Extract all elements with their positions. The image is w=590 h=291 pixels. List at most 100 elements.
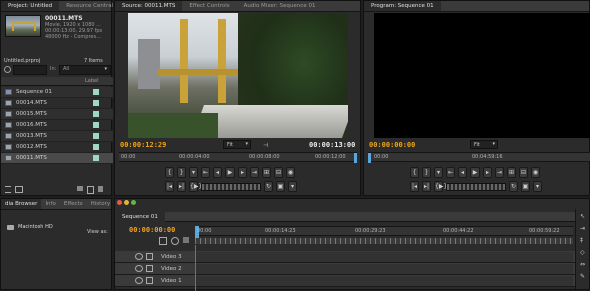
program-current-timecode[interactable]: 00:00:00:00 bbox=[369, 141, 415, 149]
close-window-icon[interactable] bbox=[117, 200, 122, 205]
list-item[interactable]: 00016.MTS bbox=[1, 120, 113, 131]
track-lane[interactable] bbox=[195, 263, 573, 274]
extract-icon[interactable]: ⊟ bbox=[519, 167, 528, 178]
track-video-2[interactable]: Video 2 bbox=[115, 263, 589, 275]
track-video-1[interactable]: Video 1 bbox=[115, 275, 589, 287]
selection-tool-icon[interactable]: ↖ bbox=[580, 213, 585, 220]
mark-out-icon[interactable]: } bbox=[177, 167, 186, 178]
loop-icon[interactable]: ↻ bbox=[264, 181, 273, 192]
step-forward-icon[interactable]: ▸ bbox=[483, 167, 492, 178]
list-item[interactable]: Sequence 01 bbox=[1, 87, 113, 98]
go-to-in-icon[interactable]: ⇤ bbox=[201, 167, 210, 178]
source-current-timecode[interactable]: 00:00:12:29 bbox=[120, 141, 166, 149]
tab-sequence[interactable]: Sequence 01 bbox=[115, 211, 165, 222]
list-item[interactable]: 00012.MTS bbox=[1, 142, 113, 153]
lock-icon[interactable] bbox=[146, 253, 153, 260]
source-time-ruler[interactable]: 00:00 00:00:04:00 00:00:08:00 00:00:12:0… bbox=[119, 152, 357, 163]
go-to-prev-marker-icon[interactable]: |◂ bbox=[165, 181, 174, 192]
overwrite-icon[interactable]: ⊟ bbox=[274, 167, 283, 178]
search-icon[interactable] bbox=[4, 66, 11, 73]
lock-icon[interactable] bbox=[146, 265, 153, 272]
pen-tool-icon[interactable]: ✎ bbox=[580, 273, 585, 280]
shuttle-slider[interactable] bbox=[446, 182, 506, 191]
mark-in-icon[interactable]: { bbox=[165, 167, 174, 178]
insert-icon[interactable]: ⊞ bbox=[262, 167, 271, 178]
track-video-3[interactable]: Video 3 bbox=[115, 251, 589, 263]
tab-resource-central[interactable]: Resource Central bbox=[59, 1, 120, 11]
go-to-out-icon[interactable]: ⇥ bbox=[495, 167, 504, 178]
list-view-icon[interactable] bbox=[5, 186, 11, 193]
step-forward-icon[interactable]: ▸ bbox=[238, 167, 247, 178]
list-item[interactable]: 00015.MTS bbox=[1, 109, 113, 120]
trash-icon[interactable] bbox=[98, 186, 103, 192]
tab-audio-mixer[interactable]: Audio Mixer: Sequence 01 bbox=[237, 1, 323, 11]
in-filter-select[interactable]: All ▾ bbox=[59, 65, 111, 75]
new-item-icon[interactable] bbox=[87, 186, 94, 194]
list-item[interactable]: 00011.MTS bbox=[1, 153, 113, 164]
go-to-out-icon[interactable]: ⇥ bbox=[250, 167, 259, 178]
play-in-to-out-icon[interactable]: {▶} bbox=[189, 181, 202, 192]
slip-tool-icon[interactable]: ⇔ bbox=[580, 261, 585, 268]
go-to-in-icon[interactable]: ⇤ bbox=[446, 167, 455, 178]
tab-history[interactable]: History bbox=[87, 199, 115, 209]
set-marker-icon[interactable]: ▾ bbox=[434, 167, 443, 178]
tab-source[interactable]: Source: 00011.MTS bbox=[115, 1, 183, 11]
loop-icon[interactable]: ↻ bbox=[509, 181, 518, 192]
eye-icon[interactable] bbox=[135, 277, 143, 284]
snap-icon[interactable] bbox=[159, 237, 167, 245]
lock-icon[interactable] bbox=[146, 277, 153, 284]
go-to-prev-edit-icon[interactable]: |◂ bbox=[410, 181, 419, 192]
column-label[interactable]: Label bbox=[85, 78, 99, 84]
list-item[interactable]: 00014.MTS bbox=[1, 98, 113, 109]
timeline-current-timecode[interactable]: 00:00:00:00 bbox=[129, 226, 175, 234]
export-frame-icon[interactable]: ◉ bbox=[286, 167, 295, 178]
fit-select[interactable]: Fit ▾ bbox=[470, 140, 498, 149]
output-icon[interactable]: ▾ bbox=[533, 181, 542, 192]
ripple-edit-tool-icon[interactable]: ‡ bbox=[580, 237, 583, 244]
marker-icon[interactable] bbox=[171, 237, 179, 245]
in-label: In: bbox=[50, 66, 57, 72]
link-icon[interactable] bbox=[183, 237, 189, 243]
eye-icon[interactable] bbox=[135, 265, 143, 272]
track-lane[interactable] bbox=[195, 251, 573, 262]
tab-media-browser[interactable]: dia Browser bbox=[1, 199, 42, 209]
zoom-window-icon[interactable] bbox=[131, 200, 136, 205]
fit-select[interactable]: Fit ▾ bbox=[223, 140, 251, 149]
play-icon[interactable]: ▶ bbox=[225, 167, 235, 178]
razor-tool-icon[interactable]: ◇ bbox=[580, 249, 585, 256]
icon-view-icon[interactable] bbox=[15, 186, 23, 193]
export-frame-icon[interactable]: ◉ bbox=[531, 167, 540, 178]
play-in-to-out-icon[interactable]: {▶} bbox=[434, 181, 447, 192]
go-to-next-marker-icon[interactable]: ▸| bbox=[177, 181, 186, 192]
play-icon[interactable]: ▶ bbox=[470, 167, 480, 178]
work-area-bar[interactable] bbox=[195, 238, 573, 244]
minimize-window-icon[interactable] bbox=[124, 200, 129, 205]
safe-margins-icon[interactable]: ▣ bbox=[521, 181, 530, 192]
search-input[interactable] bbox=[13, 65, 47, 75]
playhead-icon[interactable] bbox=[354, 153, 357, 163]
mark-out-icon[interactable]: } bbox=[422, 167, 431, 178]
playhead-icon[interactable] bbox=[368, 153, 371, 163]
tab-effect-controls[interactable]: Effect Controls bbox=[182, 1, 236, 11]
mark-in-icon[interactable]: { bbox=[410, 167, 419, 178]
track-select-tool-icon[interactable]: ⇥ bbox=[580, 225, 585, 232]
output-icon[interactable]: ▾ bbox=[288, 181, 297, 192]
list-item[interactable]: 00013.MTS bbox=[1, 131, 113, 142]
tab-info[interactable]: Info bbox=[41, 199, 59, 209]
safe-margins-icon[interactable]: ▣ bbox=[276, 181, 285, 192]
shuttle-slider[interactable] bbox=[201, 182, 261, 191]
new-bin-icon[interactable] bbox=[77, 186, 83, 191]
program-time-ruler[interactable]: 00:00 00:04:59:16 bbox=[368, 152, 590, 163]
go-to-next-edit-icon[interactable]: ▸| bbox=[422, 181, 431, 192]
track-lane[interactable] bbox=[195, 275, 573, 286]
step-back-icon[interactable]: ◂ bbox=[458, 167, 467, 178]
fit-dropdown-icon[interactable]: ⊣ bbox=[263, 142, 268, 149]
set-marker-icon[interactable]: ▾ bbox=[189, 167, 198, 178]
tab-effects[interactable]: Effects bbox=[60, 199, 87, 209]
eye-icon[interactable] bbox=[135, 253, 143, 260]
lift-icon[interactable]: ⊞ bbox=[507, 167, 516, 178]
tab-program[interactable]: Program: Sequence 01 bbox=[364, 1, 441, 11]
tab-project[interactable]: Project: Untitled bbox=[1, 1, 60, 11]
step-back-icon[interactable]: ◂ bbox=[213, 167, 222, 178]
timeline-time-ruler[interactable]: 00:00 00:00:14:23 00:00:29:23 00:00:44:2… bbox=[195, 226, 573, 238]
